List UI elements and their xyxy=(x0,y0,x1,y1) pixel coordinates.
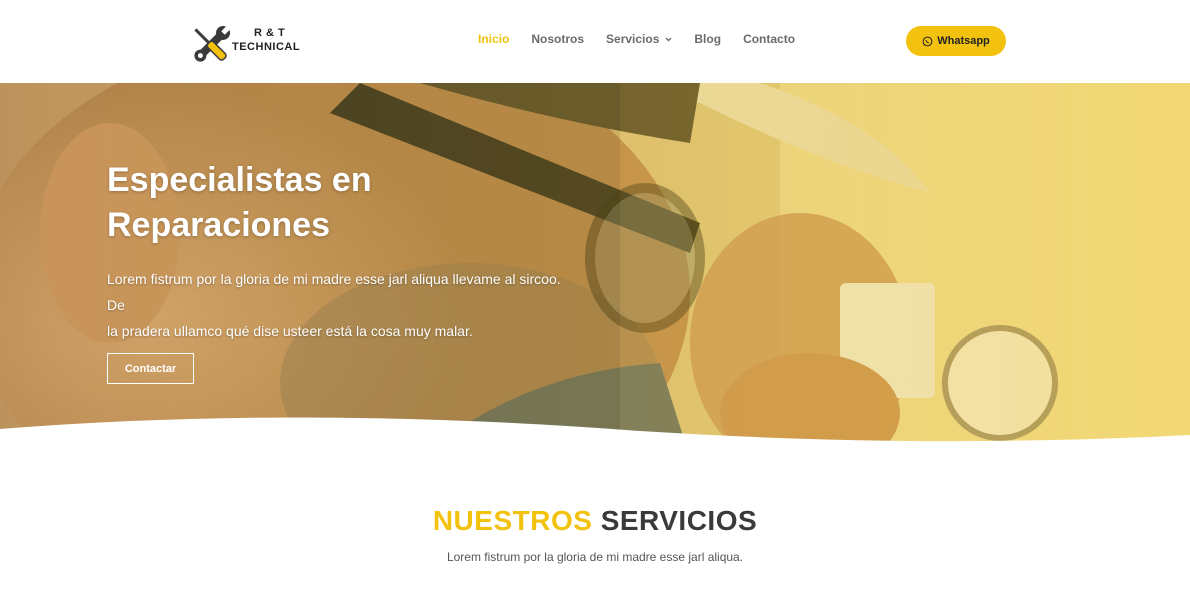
services-title-highlight: NUESTROS xyxy=(432,505,593,536)
hero-title-line2: Reparaciones xyxy=(107,206,330,244)
nav-item-inicio[interactable]: Inicio xyxy=(478,32,509,46)
nav-item-nosotros[interactable]: Nosotros xyxy=(531,32,584,46)
logo[interactable]: R & T TECHNICAL xyxy=(186,20,306,70)
hero-title-line1: Especialistas en xyxy=(107,161,372,199)
services-title: NUESTROS SERVICIOS xyxy=(0,505,1190,537)
nav-item-servicios[interactable]: Servicios xyxy=(606,32,672,46)
nav-item-contacto[interactable]: Contacto xyxy=(743,32,795,46)
services-title-rest: SERVICIOS xyxy=(600,505,758,536)
logo-line1: R & T xyxy=(254,27,286,39)
logo-line2: TECHNICAL xyxy=(232,41,301,53)
whatsapp-button-label: Whatsapp xyxy=(937,35,990,47)
site-header: R & T TECHNICAL Inicio Nosotros Servicio… xyxy=(0,0,1190,83)
tools-logo-icon xyxy=(194,25,231,62)
nav-item-blog[interactable]: Blog xyxy=(694,32,721,46)
services-subtitle: Lorem fistrum por la gloria de mi madre … xyxy=(446,550,744,564)
hero-text-line2: la pradera ullamco qué dise usteer está … xyxy=(107,323,473,339)
whatsapp-button[interactable]: Whatsapp xyxy=(906,26,1006,56)
logo-text: R & T TECHNICAL xyxy=(232,26,300,54)
hero-title: Especialistas en Reparaciones xyxy=(107,158,577,248)
whatsapp-icon xyxy=(922,36,933,46)
nav-item-servicios-label: Servicios xyxy=(606,32,660,46)
hero-text-line1: Lorem fistrum por la gloria de mi madre … xyxy=(107,271,561,313)
hero-section: Especialistas en Reparaciones Lorem fist… xyxy=(0,83,1190,458)
chevron-down-icon xyxy=(665,37,672,42)
hero-content: Especialistas en Reparaciones Lorem fist… xyxy=(107,158,577,344)
main-nav: Inicio Nosotros Servicios Blog Contacto xyxy=(478,32,795,46)
hero-text: Lorem fistrum por la gloria de mi madre … xyxy=(107,266,577,344)
contactar-button[interactable]: Contactar xyxy=(107,353,194,384)
